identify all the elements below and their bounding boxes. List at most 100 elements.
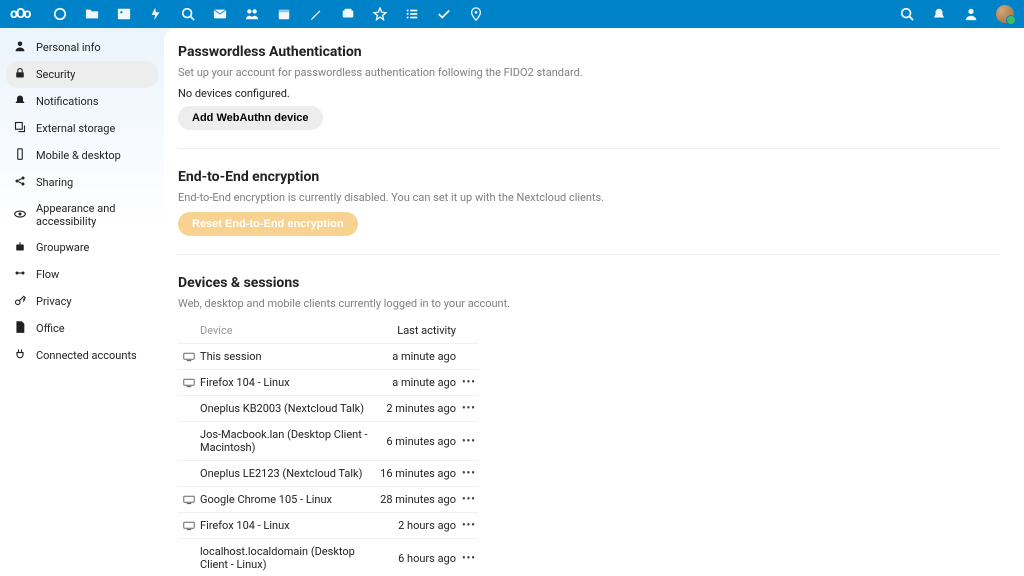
sidebar-item-privacy[interactable]: Privacy [6,288,158,315]
photos-icon[interactable] [117,7,131,21]
device-more-icon[interactable]: ••• [462,494,478,505]
plug-icon [14,348,26,363]
files-icon[interactable] [85,7,99,21]
device-row: localhost.localdomain (Desktop Client - … [178,539,478,576]
device-row: Jos-Macbook.lan (Desktop Client - Macint… [178,422,478,461]
topbar-right [900,5,1014,23]
device-row: Google Chrome 105 - Linux28 minutes ago•… [178,487,478,513]
sidebar-item-label: Notifications [36,95,99,108]
devices-desc: Web, desktop and mobile clients currentl… [178,297,1000,310]
monitor-icon [178,495,200,505]
share-icon [14,175,26,190]
device-row: This sessiona minute ago [178,344,478,370]
monitor-icon [178,352,200,362]
section-e2e: End-to-End encryption End-to-End encrypt… [178,169,1000,255]
device-activity: 2 minutes ago [372,402,462,415]
device-name: Oneplus LE2123 (Nextcloud Talk) [200,467,372,480]
mail-icon[interactable] [213,7,227,21]
device-more-icon[interactable]: ••• [462,520,478,531]
dashboard-icon[interactable] [53,7,67,21]
section-passwordless: Passwordless Authentication Set up your … [178,44,1000,149]
sidebar-item-label: Groupware [36,241,89,254]
device-name: Google Chrome 105 - Linux [200,493,372,506]
nav-icons [53,7,882,21]
device-row: Firefox 104 - Linux2 hours ago••• [178,513,478,539]
announcements-icon[interactable] [373,7,387,21]
section-devices: Devices & sessions Web, desktop and mobi… [178,275,1000,576]
device-name: Firefox 104 - Linux [200,376,372,389]
sidebar-item-appearance-and-accessibility[interactable]: Appearance and accessibility [6,196,158,234]
add-webauthn-button[interactable]: Add WebAuthn device [178,106,323,130]
device-row: Oneplus KB2003 (Nextcloud Talk)2 minutes… [178,396,478,422]
sidebar-item-groupware[interactable]: Groupware [6,234,158,261]
device-activity: 6 hours ago [372,552,462,565]
flow-icon [14,267,26,282]
lock-icon [14,67,26,82]
device-more-icon[interactable]: ••• [462,468,478,479]
sidebar-item-label: Security [36,68,75,81]
devices-table: Device Last activity This sessiona minut… [178,318,478,576]
device-more-icon[interactable]: ••• [462,403,478,414]
devices-title: Devices & sessions [178,275,1000,291]
sidebar-item-label: Appearance and accessibility [36,202,150,228]
device-row: Firefox 104 - Linuxa minute ago••• [178,370,478,396]
reset-e2e-button[interactable]: Reset End-to-End encryption [178,212,358,236]
contacts-menu-icon[interactable] [964,7,978,21]
sidebar-item-security[interactable]: Security [6,61,158,88]
sidebar-item-personal-info[interactable]: Personal info [6,34,158,61]
device-activity: a minute ago [372,376,462,389]
sidebar-item-connected-accounts[interactable]: Connected accounts [6,342,158,369]
sidebar-item-label: Office [36,322,65,335]
device-activity: 16 minutes ago [372,467,462,480]
sidebar-item-external-storage[interactable]: External storage [6,115,158,142]
device-name: Firefox 104 - Linux [200,519,372,532]
sidebar-item-office[interactable]: Office [6,315,158,342]
e2e-title: End-to-End encryption [178,169,1000,185]
passwordless-note: No devices configured. [178,87,1000,100]
group-icon [14,240,26,255]
sidebar-item-flow[interactable]: Flow [6,261,158,288]
device-more-icon[interactable]: ••• [462,377,478,388]
lists-icon[interactable] [405,7,419,21]
search-icon[interactable] [900,7,914,21]
sidebar-item-label: Sharing [36,176,73,189]
sidebar-item-label: External storage [36,122,115,135]
calendar-icon[interactable] [277,7,291,21]
device-activity: 6 minutes ago [372,435,462,448]
device-row: Oneplus LE2123 (Nextcloud Talk)16 minute… [178,461,478,487]
doc-icon [14,321,26,336]
device-activity: a minute ago [372,350,462,363]
device-name: Jos-Macbook.lan (Desktop Client - Macint… [200,428,372,454]
notes-icon[interactable] [309,7,323,21]
notifications-icon[interactable] [932,7,946,21]
sidebar-item-notifications[interactable]: Notifications [6,88,158,115]
logo[interactable]: oOo [10,6,29,22]
topbar: oOo [0,0,1024,28]
device-activity: 28 minutes ago [372,493,462,506]
device-more-icon[interactable]: ••• [462,436,478,447]
avatar[interactable] [996,5,1014,23]
device-more-icon[interactable]: ••• [462,553,478,564]
e2e-desc: End-to-End encryption is currently disab… [178,191,1000,204]
activity-icon[interactable] [149,7,163,21]
contacts-icon[interactable] [245,7,259,21]
devices-header-row: Device Last activity [178,318,478,344]
eye-icon [14,208,26,223]
device-name: localhost.localdomain (Desktop Client - … [200,545,372,571]
sidebar-item-mobile-desktop[interactable]: Mobile & desktop [6,142,158,169]
device-activity: 2 hours ago [372,519,462,532]
sidebar: Personal info Security Notifications Extern… [0,28,164,576]
tasks-icon[interactable] [437,7,451,21]
devices-col-activity: Last activity [372,324,462,337]
deck-icon[interactable] [341,7,355,21]
phone-icon [14,148,26,163]
key-icon [14,294,26,309]
monitor-icon [178,521,200,531]
content-area: Passwordless Authentication Set up your … [164,28,1024,576]
maps-icon[interactable] [469,7,483,21]
user-icon [14,40,26,55]
search-icon[interactable] [181,7,195,21]
sidebar-item-label: Personal info [36,41,101,54]
bell-icon [14,94,26,109]
sidebar-item-sharing[interactable]: Sharing [6,169,158,196]
